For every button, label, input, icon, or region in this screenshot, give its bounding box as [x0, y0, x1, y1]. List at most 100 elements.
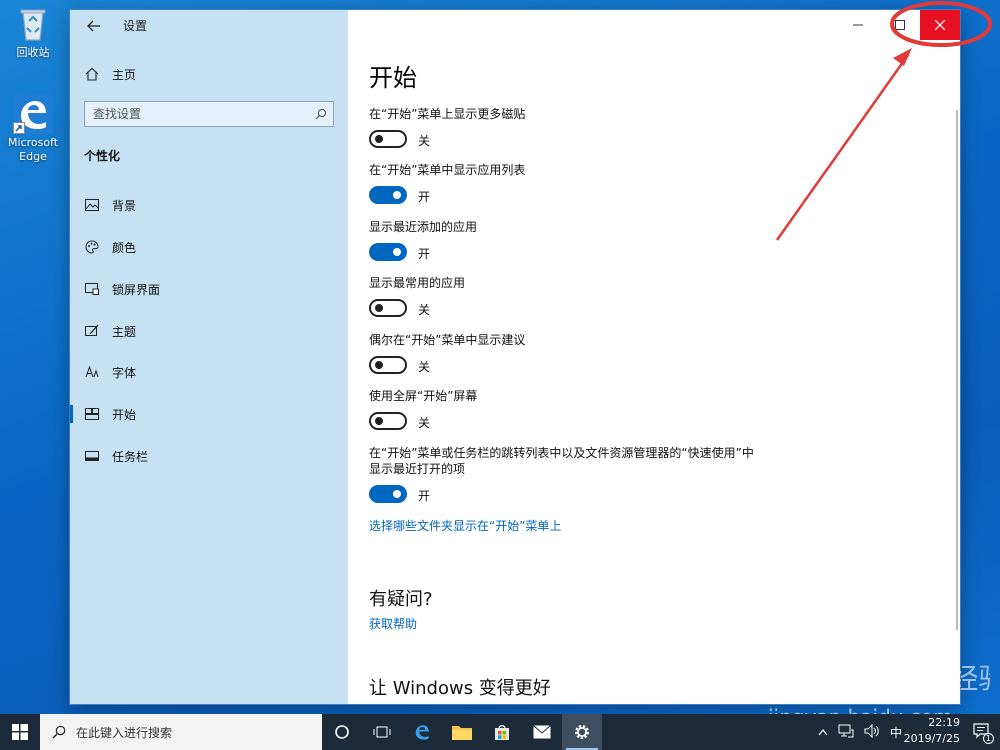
- sidebar-item-label: 开始: [112, 407, 137, 422]
- image-icon: [84, 197, 100, 213]
- maximize-icon: [895, 20, 905, 30]
- toggle-knob: [393, 490, 401, 498]
- windows-logo-icon: [12, 724, 28, 740]
- toggle-state-label: 开: [418, 247, 431, 261]
- setting-label: 显示最常用的应用: [369, 276, 466, 290]
- taskbar-search-placeholder: 在此键入进行搜索: [76, 725, 173, 740]
- sidebar-item-lock-screen[interactable]: 锁屏界面: [70, 271, 348, 307]
- scrollbar[interactable]: [956, 110, 958, 630]
- search-icon[interactable]: [309, 108, 333, 120]
- sidebar-item-label: 任务栏: [112, 449, 149, 464]
- sidebar-item-label: 颜色: [112, 240, 137, 255]
- ime-indicator[interactable]: 中: [890, 724, 902, 741]
- page-title: 开始: [369, 64, 417, 92]
- question-heading: 有疑问?: [369, 589, 433, 610]
- home-icon: [84, 66, 100, 82]
- store-button[interactable]: [482, 714, 522, 750]
- store-bag-icon: [495, 725, 509, 740]
- sidebar-item-label: 主题: [112, 324, 137, 339]
- mail-button[interactable]: [522, 714, 562, 750]
- setting-label: 显示最近添加的应用: [369, 220, 478, 234]
- taskbar-clock[interactable]: 22:19 2019/7/25: [904, 715, 960, 747]
- get-help-link[interactable]: 获取帮助: [369, 615, 417, 632]
- sidebar-item-label: 字体: [112, 365, 137, 380]
- sidebar-section-title: 个性化: [84, 149, 121, 163]
- maximize-button[interactable]: [878, 10, 922, 40]
- desktop-icon-recycle-bin[interactable]: 回收站: [1, 4, 65, 60]
- task-view-button[interactable]: [362, 714, 402, 750]
- sidebar-item-home[interactable]: 主页: [70, 56, 348, 92]
- font-icon: [84, 364, 100, 380]
- minimize-button[interactable]: [836, 10, 880, 40]
- edge-icon: [415, 725, 429, 740]
- toggle-recent-items[interactable]: [369, 485, 407, 503]
- file-explorer-button[interactable]: [442, 714, 482, 750]
- settings-search-box[interactable]: [84, 101, 334, 127]
- system-tray: 中: [818, 714, 902, 750]
- theme-brush-icon: [84, 323, 100, 339]
- sidebar-item-label: 主页: [112, 67, 137, 82]
- settings-taskbar-button[interactable]: [562, 714, 602, 750]
- setting-label: 偶尔在“开始”菜单中显示建议: [369, 333, 526, 347]
- sidebar-item-colors[interactable]: 颜色: [70, 229, 348, 265]
- clock-date: 2019/7/25: [903, 732, 960, 745]
- toggle-recently-added[interactable]: [369, 243, 407, 261]
- toggle-fullscreen-start[interactable]: [369, 412, 407, 430]
- desktop-icon-label: Microsoft Edge: [8, 136, 59, 163]
- sidebar-item-start[interactable]: 开始: [70, 396, 348, 432]
- toggle-knob: [375, 417, 383, 425]
- toggle-state-label: 开: [418, 190, 431, 204]
- notification-count-badge: 1: [982, 733, 994, 744]
- sidebar-item-label: 锁屏界面: [112, 282, 161, 297]
- shortcut-arrow-icon: [13, 122, 25, 134]
- toggle-state-label: 关: [418, 303, 431, 317]
- network-button[interactable]: [838, 723, 854, 742]
- folder-icon: [452, 726, 472, 740]
- toggle-more-tiles[interactable]: [369, 130, 407, 148]
- action-center-button[interactable]: 1: [972, 722, 994, 744]
- taskbar: 在此键入进行搜索 中 22:19 2019/7/25 1: [0, 714, 1000, 750]
- back-arrow-icon: [87, 20, 100, 32]
- start-tiles-icon: [84, 406, 100, 422]
- setting-label: 在“开始”菜单或任务栏的跳转列表中以及文件资源管理器的“快速使用”中显示最近打开…: [369, 446, 754, 476]
- minimize-icon: [853, 24, 863, 26]
- sidebar-item-background[interactable]: 背景: [70, 187, 348, 223]
- cortana-button[interactable]: [322, 714, 362, 750]
- setting-label: 在“开始”菜单上显示更多磁贴: [369, 107, 526, 121]
- sidebar: 设置 主页 个性化 背景 颜色: [70, 10, 348, 704]
- close-button[interactable]: [920, 10, 960, 40]
- toggle-knob: [393, 248, 401, 256]
- toggle-suggestions[interactable]: [369, 356, 407, 374]
- show-hidden-icons-button[interactable]: [818, 725, 828, 739]
- sidebar-item-fonts[interactable]: 字体: [70, 354, 348, 390]
- toggle-state-label: 关: [418, 360, 431, 374]
- palette-icon: [84, 239, 100, 255]
- task-view-icon: [373, 726, 391, 738]
- toggle-most-used[interactable]: [369, 299, 407, 317]
- sidebar-item-taskbar[interactable]: 任务栏: [70, 438, 348, 474]
- taskbar-icon: [84, 448, 100, 464]
- choose-folders-link[interactable]: 选择哪些文件夹显示在“开始”菜单上: [369, 517, 561, 534]
- chevron-up-icon: [818, 729, 828, 736]
- desktop-icon-edge[interactable]: Microsoft Edge: [1, 94, 65, 164]
- cortana-circle-icon: [335, 725, 349, 739]
- search-icon: [52, 725, 66, 739]
- close-icon: [935, 20, 945, 30]
- toggle-knob: [393, 191, 401, 199]
- speaker-icon: [864, 723, 879, 738]
- toggle-knob: [375, 304, 383, 312]
- toggle-knob: [375, 361, 383, 369]
- volume-button[interactable]: [864, 723, 880, 742]
- recycle-bin-icon: [13, 4, 53, 44]
- clock-time: 22:19: [928, 716, 960, 729]
- back-button[interactable]: [84, 16, 104, 36]
- settings-search-input[interactable]: [85, 107, 309, 121]
- mail-icon: [533, 725, 551, 739]
- gear-icon: [575, 725, 589, 739]
- start-button[interactable]: [0, 714, 40, 750]
- toggle-state-label: 关: [418, 134, 431, 148]
- taskbar-search-box[interactable]: 在此键入进行搜索: [40, 714, 322, 750]
- toggle-app-list[interactable]: [369, 186, 407, 204]
- sidebar-item-themes[interactable]: 主题: [70, 313, 348, 349]
- taskbar-edge-button[interactable]: [402, 714, 442, 750]
